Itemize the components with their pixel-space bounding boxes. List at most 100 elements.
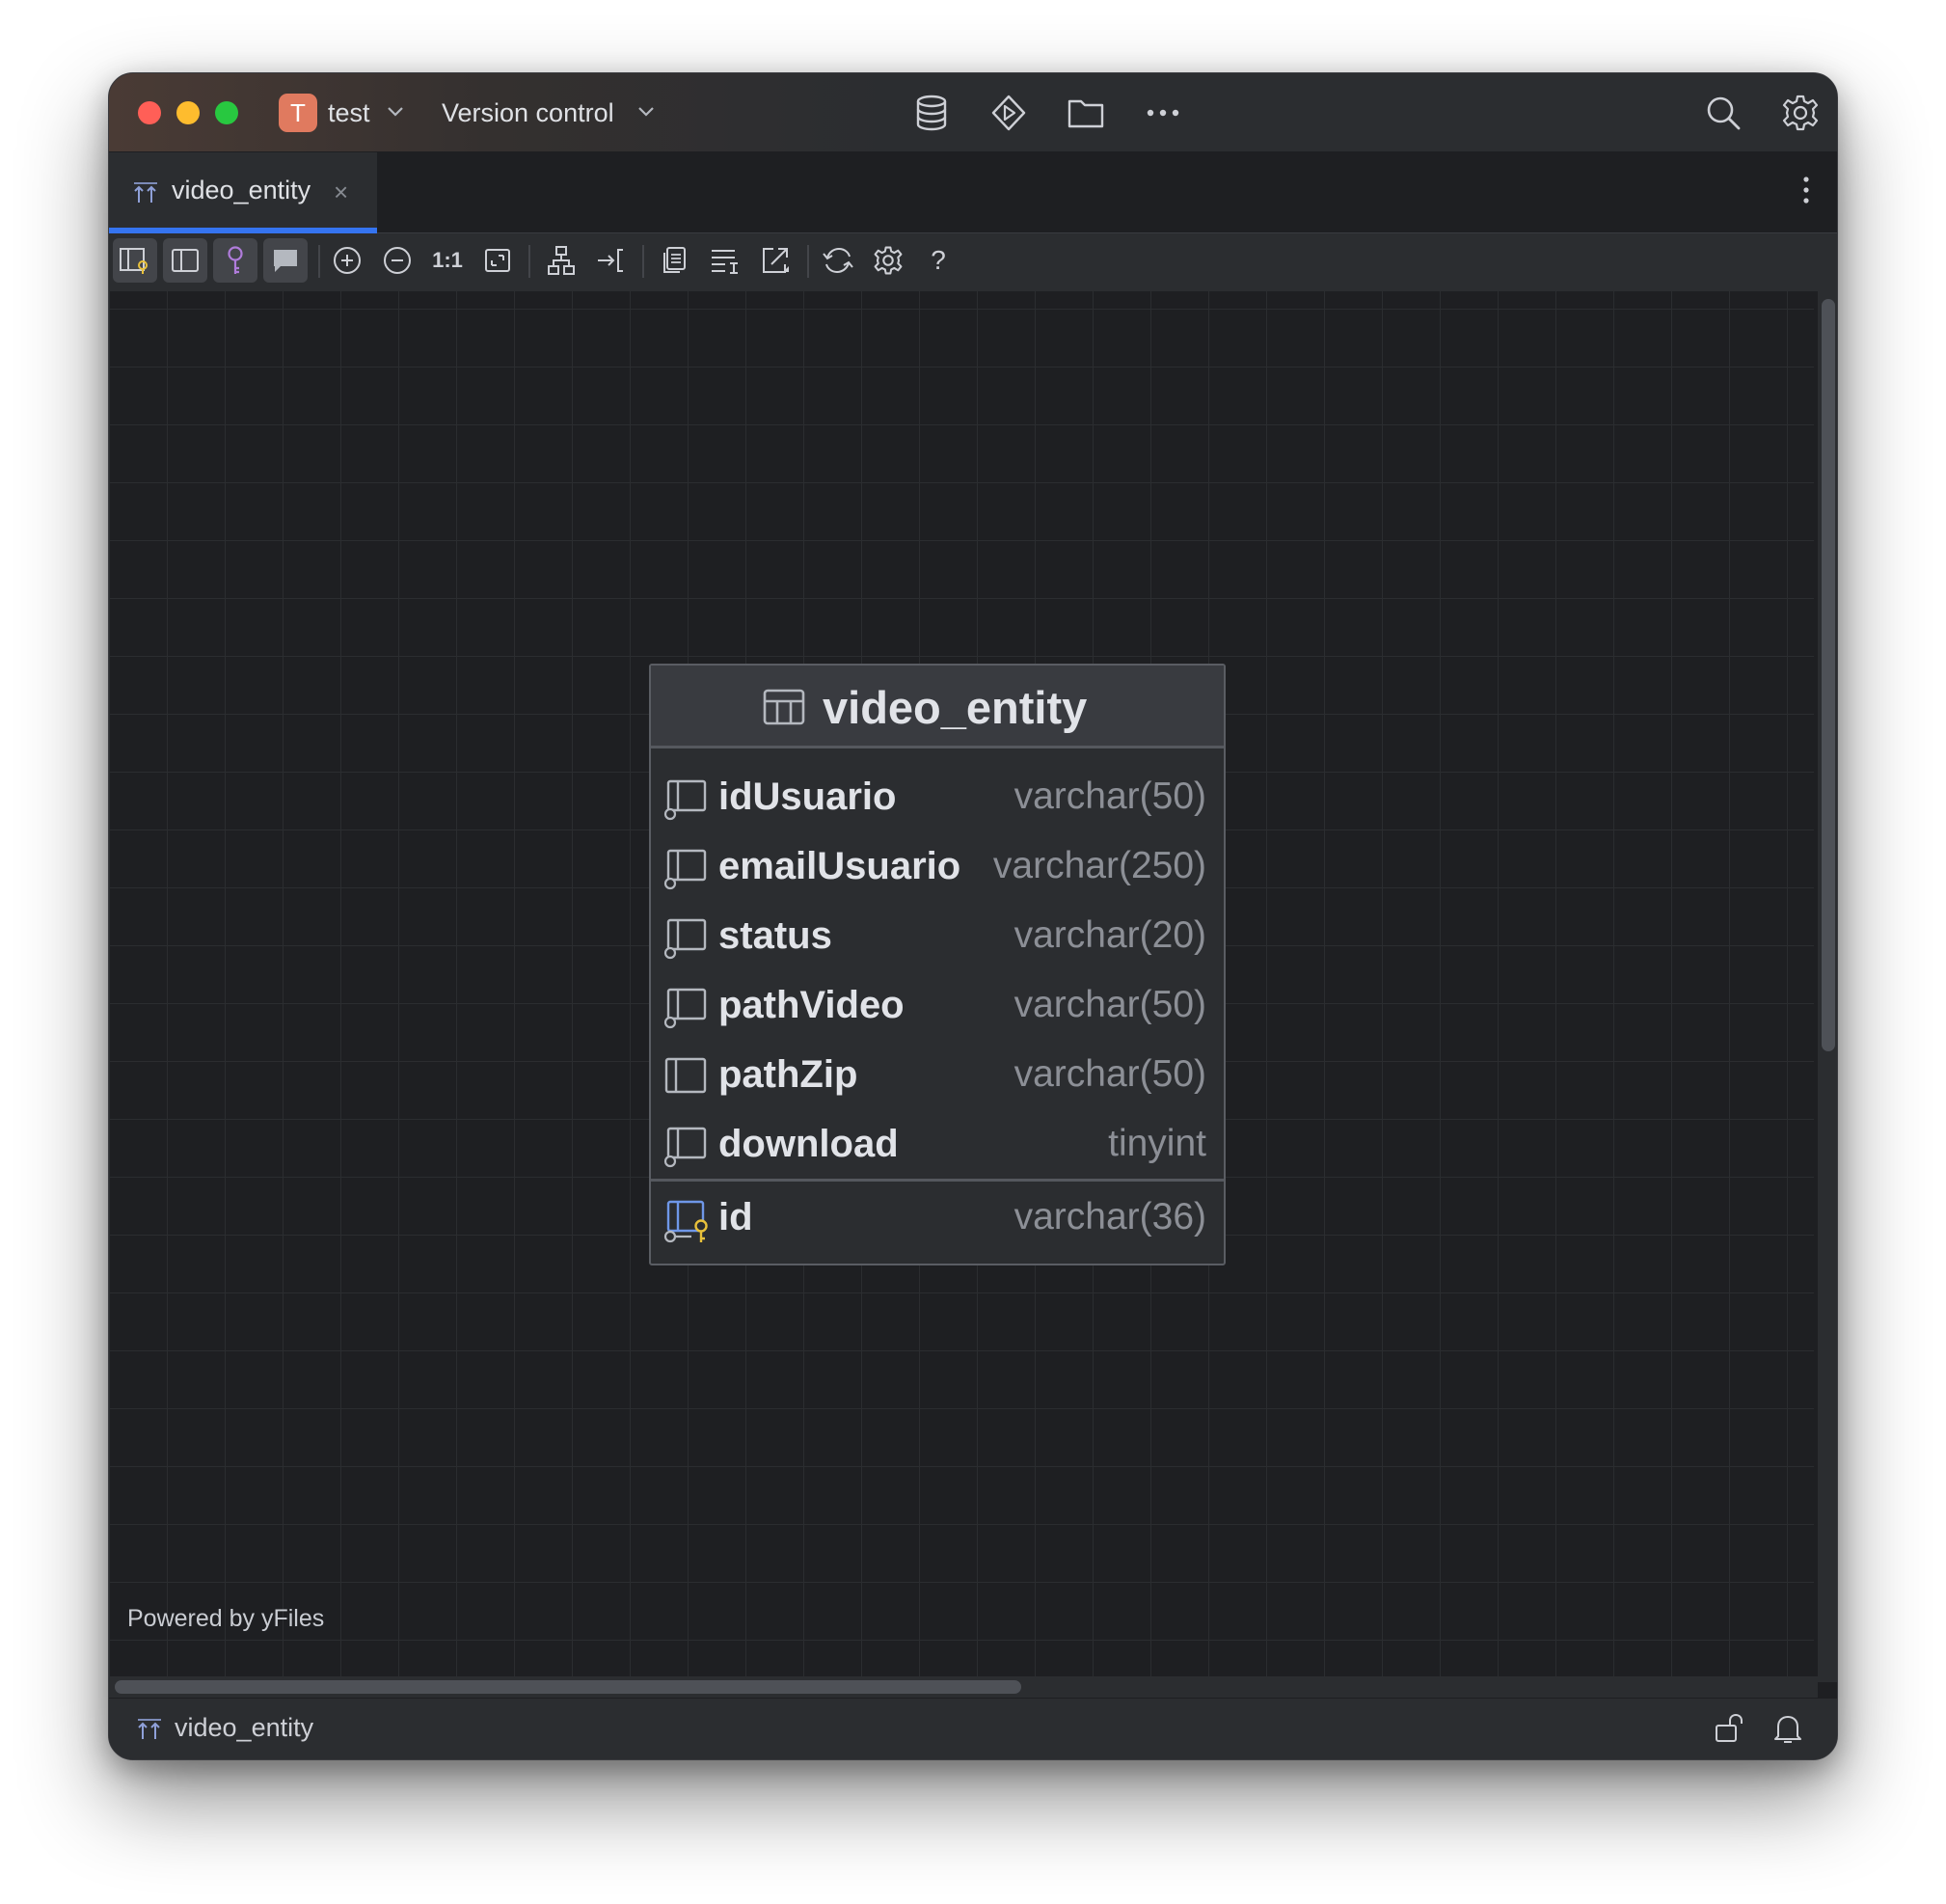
fit-content-button[interactable] <box>475 238 520 283</box>
column-nullable-icon <box>663 779 707 821</box>
folder-icon[interactable] <box>1065 92 1107 134</box>
entity-table-video-entity[interactable]: video_entity idUsuario varchar(50) email… <box>649 664 1226 1265</box>
toolbar-separator <box>528 245 530 278</box>
column-name: id <box>718 1196 753 1238</box>
column-nullable-icon <box>663 918 707 960</box>
show-columns-toggle[interactable] <box>113 238 157 283</box>
apply-layout-button[interactable] <box>539 238 583 283</box>
settings-icon[interactable] <box>1779 92 1822 134</box>
zoom-out-button[interactable] <box>375 238 419 283</box>
version-control-menu[interactable]: Version control <box>442 95 614 131</box>
jump-to-icon <box>598 249 623 272</box>
status-bar: video_entity <box>109 1698 1837 1759</box>
powered-by-label: Powered by yFiles <box>127 1605 325 1632</box>
column-nullable-icon <box>663 1127 707 1168</box>
refresh-button[interactable] <box>816 238 860 283</box>
tab-label: video_entity <box>172 176 311 204</box>
maximize-window-button[interactable] <box>215 101 238 124</box>
show-ddl-button[interactable] <box>703 238 747 283</box>
vertical-scrollbar[interactable] <box>1818 291 1837 1682</box>
diagram-toolbar: 1:1 ? <box>109 233 1837 291</box>
tab-options-icon[interactable] <box>1802 176 1810 204</box>
panel-icon <box>172 249 199 272</box>
hierarchy-icon <box>548 246 575 275</box>
table-icon <box>763 689 805 725</box>
column-type: varchar(36) <box>1014 1196 1206 1238</box>
chevron-down-icon[interactable] <box>387 106 404 118</box>
toolbar-separator <box>807 245 809 278</box>
column-name: idUsuario <box>718 775 897 818</box>
column-name: pathZip <box>718 1053 858 1096</box>
chevron-down-icon[interactable] <box>637 106 655 118</box>
show-sidebar-toggle[interactable] <box>163 238 207 283</box>
toolbar-separator <box>318 245 320 278</box>
database-icon[interactable] <box>910 92 953 134</box>
run-icon[interactable] <box>987 92 1030 134</box>
minimize-window-button[interactable] <box>176 101 200 124</box>
notifications-icon[interactable] <box>1773 1712 1802 1745</box>
column-icon <box>664 1057 707 1094</box>
key-section-divider <box>651 1179 1224 1182</box>
route-edges-button[interactable] <box>589 238 634 283</box>
entity-header[interactable]: video_entity <box>651 666 1224 748</box>
column-row[interactable]: pathZip varchar(50) <box>651 1042 1224 1111</box>
fit-content-icon <box>485 249 510 272</box>
diagram-settings-button[interactable] <box>866 238 910 283</box>
unlock-icon[interactable] <box>1714 1712 1744 1745</box>
diagram-icon <box>134 182 157 203</box>
close-window-button[interactable] <box>138 101 161 124</box>
table-key-icon <box>120 248 148 274</box>
settings-icon <box>874 246 903 275</box>
column-row[interactable]: status varchar(20) <box>651 903 1224 972</box>
column-name: download <box>718 1123 899 1165</box>
column-name: emailUsuario <box>718 845 961 887</box>
column-type: varchar(50) <box>1014 1053 1206 1095</box>
help-icon: ? <box>931 245 946 275</box>
tab-video-entity[interactable]: video_entity × <box>109 152 377 233</box>
column-type: varchar(50) <box>1014 775 1206 817</box>
refresh-icon <box>823 247 853 274</box>
column-row[interactable]: download tinyint <box>651 1111 1224 1181</box>
column-name: pathVideo <box>718 984 905 1026</box>
zoom-in-button[interactable] <box>325 238 369 283</box>
actual-size-label: 1:1 <box>432 248 463 272</box>
horizontal-scroll-thumb[interactable] <box>115 1680 1021 1694</box>
comment-icon <box>274 250 297 272</box>
copy-diagram-button[interactable] <box>653 238 697 283</box>
zoom-out-icon <box>384 247 411 274</box>
vertical-scroll-thumb[interactable] <box>1822 299 1835 1051</box>
column-name: status <box>718 914 832 957</box>
actual-size-button[interactable]: 1:1 <box>425 238 470 283</box>
column-nullable-icon <box>663 988 707 1029</box>
column-row[interactable]: emailUsuario varchar(250) <box>651 833 1224 903</box>
key-icon <box>228 246 243 274</box>
column-row[interactable]: idUsuario varchar(50) <box>651 764 1224 833</box>
primary-key-row[interactable]: id varchar(36) <box>651 1184 1224 1254</box>
project-name[interactable]: test <box>328 95 370 131</box>
primary-key-icon <box>663 1200 708 1243</box>
copy-icon <box>663 247 686 273</box>
column-row[interactable]: pathVideo varchar(50) <box>651 972 1224 1042</box>
export-button[interactable] <box>753 238 797 283</box>
column-type: tinyint <box>1108 1123 1206 1164</box>
project-badge[interactable]: T <box>279 94 317 132</box>
tab-close-button[interactable]: × <box>334 177 348 207</box>
column-type: varchar(250) <box>992 845 1206 886</box>
help-button[interactable]: ? <box>916 238 960 283</box>
search-icon[interactable] <box>1702 92 1744 134</box>
show-keys-toggle[interactable] <box>213 238 257 283</box>
column-type: varchar(20) <box>1014 914 1206 956</box>
export-icon <box>763 248 789 273</box>
entity-title: video_entity <box>823 682 1088 733</box>
ide-window: T test Version control video_entity × 1:… <box>108 72 1838 1760</box>
text-list-icon <box>712 250 738 274</box>
status-breadcrumb[interactable]: video_entity <box>175 1713 313 1743</box>
column-type: varchar(50) <box>1014 984 1206 1025</box>
more-icon[interactable] <box>1142 92 1184 134</box>
column-nullable-icon <box>663 849 707 890</box>
zoom-in-icon <box>334 247 361 274</box>
editor-tab-bar: video_entity × <box>109 152 1837 233</box>
toolbar-separator <box>642 245 644 278</box>
show-comments-toggle[interactable] <box>263 238 308 283</box>
horizontal-scrollbar[interactable] <box>109 1676 1818 1698</box>
